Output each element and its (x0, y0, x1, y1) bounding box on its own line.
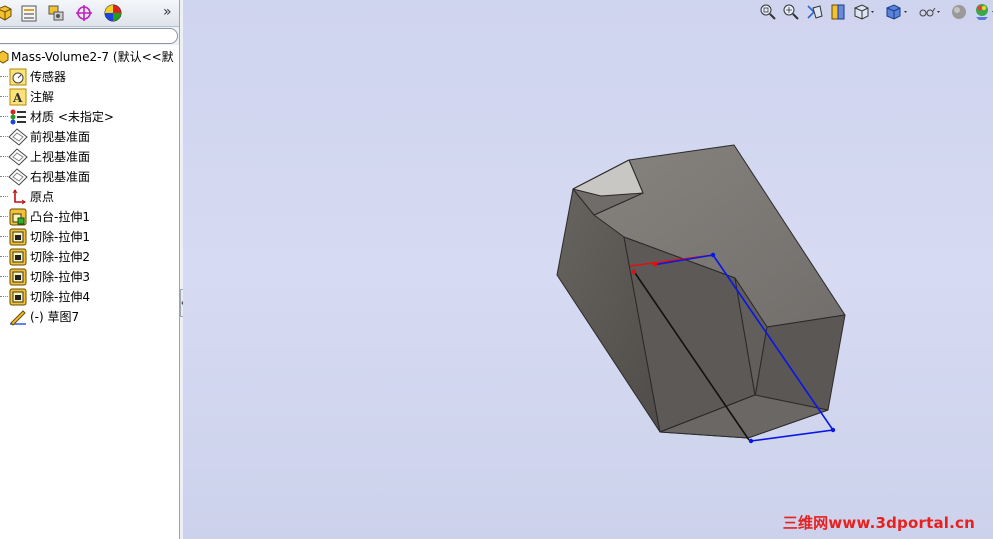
filter-input[interactable] (0, 28, 178, 44)
sketch-point (830, 427, 836, 433)
more-tabs-chevron-icon[interactable]: » (163, 4, 172, 20)
material-icon (10, 109, 26, 125)
filter-bar (0, 27, 179, 45)
zoom-to-fit-icon[interactable] (759, 2, 777, 22)
svg-text:A: A (12, 91, 23, 105)
display-manager-tab-icon[interactable] (103, 3, 123, 23)
sensor-icon (9, 68, 27, 86)
watermark: 三维网www.3dportal.cn (782, 514, 975, 532)
tree-item-label: 前视基准面 (30, 130, 91, 144)
sketch-point (631, 269, 637, 275)
tree-item-label: (-) 草图7 (30, 310, 80, 324)
apply-scene-icon[interactable] (973, 2, 993, 22)
tree-item-label: 切除-拉伸1 (30, 230, 90, 244)
cut-extrude-icon (9, 228, 27, 246)
configurationmanager-tab-icon[interactable] (46, 3, 66, 23)
origin-icon (12, 189, 26, 205)
edit-appearance-icon[interactable] (950, 2, 968, 22)
tree-item-label: 原点 (30, 190, 55, 204)
section-view-icon[interactable] (830, 2, 848, 22)
manager-tab-bar: » (0, 0, 179, 27)
part-icon (0, 50, 9, 64)
tree-item-label: 切除-拉伸4 (30, 290, 90, 304)
cut-extrude-icon (9, 248, 27, 266)
sketch-icon (10, 310, 26, 326)
solid-body[interactable] (556, 144, 846, 439)
tree-item-label: 切除-拉伸2 (30, 250, 90, 264)
sketch-point (748, 438, 754, 444)
annotation-icon: A (9, 88, 27, 106)
graphics-viewport[interactable]: 三维网www.3dportal.cn (183, 0, 993, 539)
propertymanager-tab-icon[interactable] (19, 3, 39, 23)
plane-icon (8, 168, 28, 186)
hide-show-items-icon[interactable] (917, 2, 943, 22)
tree-item-label: 右视基准面 (30, 170, 91, 184)
previous-view-icon[interactable] (805, 2, 825, 22)
sketch-point (710, 252, 716, 258)
model-view[interactable] (183, 0, 993, 539)
featuremanager-tab-icon[interactable] (0, 3, 14, 23)
tree-item-label: 材质 <未指定> (30, 110, 114, 124)
display-style-icon[interactable] (884, 2, 910, 22)
boss-extrude-icon (9, 208, 27, 226)
zoom-to-area-icon[interactable] (782, 2, 800, 22)
plane-icon (8, 128, 28, 146)
cut-extrude-icon (9, 268, 27, 286)
plane-icon (8, 148, 28, 166)
view-orientation-icon[interactable] (853, 2, 877, 22)
tree-item-label: 切除-拉伸3 (30, 270, 90, 284)
sketch-point (652, 261, 658, 267)
tree-item-label: 注解 (30, 90, 55, 104)
tree-root-label: Mass-Volume2-7 (默认<<默 (11, 50, 174, 64)
tree-item-label: 传感器 (30, 70, 67, 84)
dimxpert-tab-icon[interactable] (74, 3, 94, 23)
feature-manager-panel: » Mass-Volume2-7 (默认<<默 传感器 A 注解 材质 <未指定… (0, 0, 180, 539)
tree-item-label: 凸台-拉伸1 (30, 210, 90, 224)
cut-extrude-icon (9, 288, 27, 306)
tree-item-label: 上视基准面 (30, 150, 91, 164)
